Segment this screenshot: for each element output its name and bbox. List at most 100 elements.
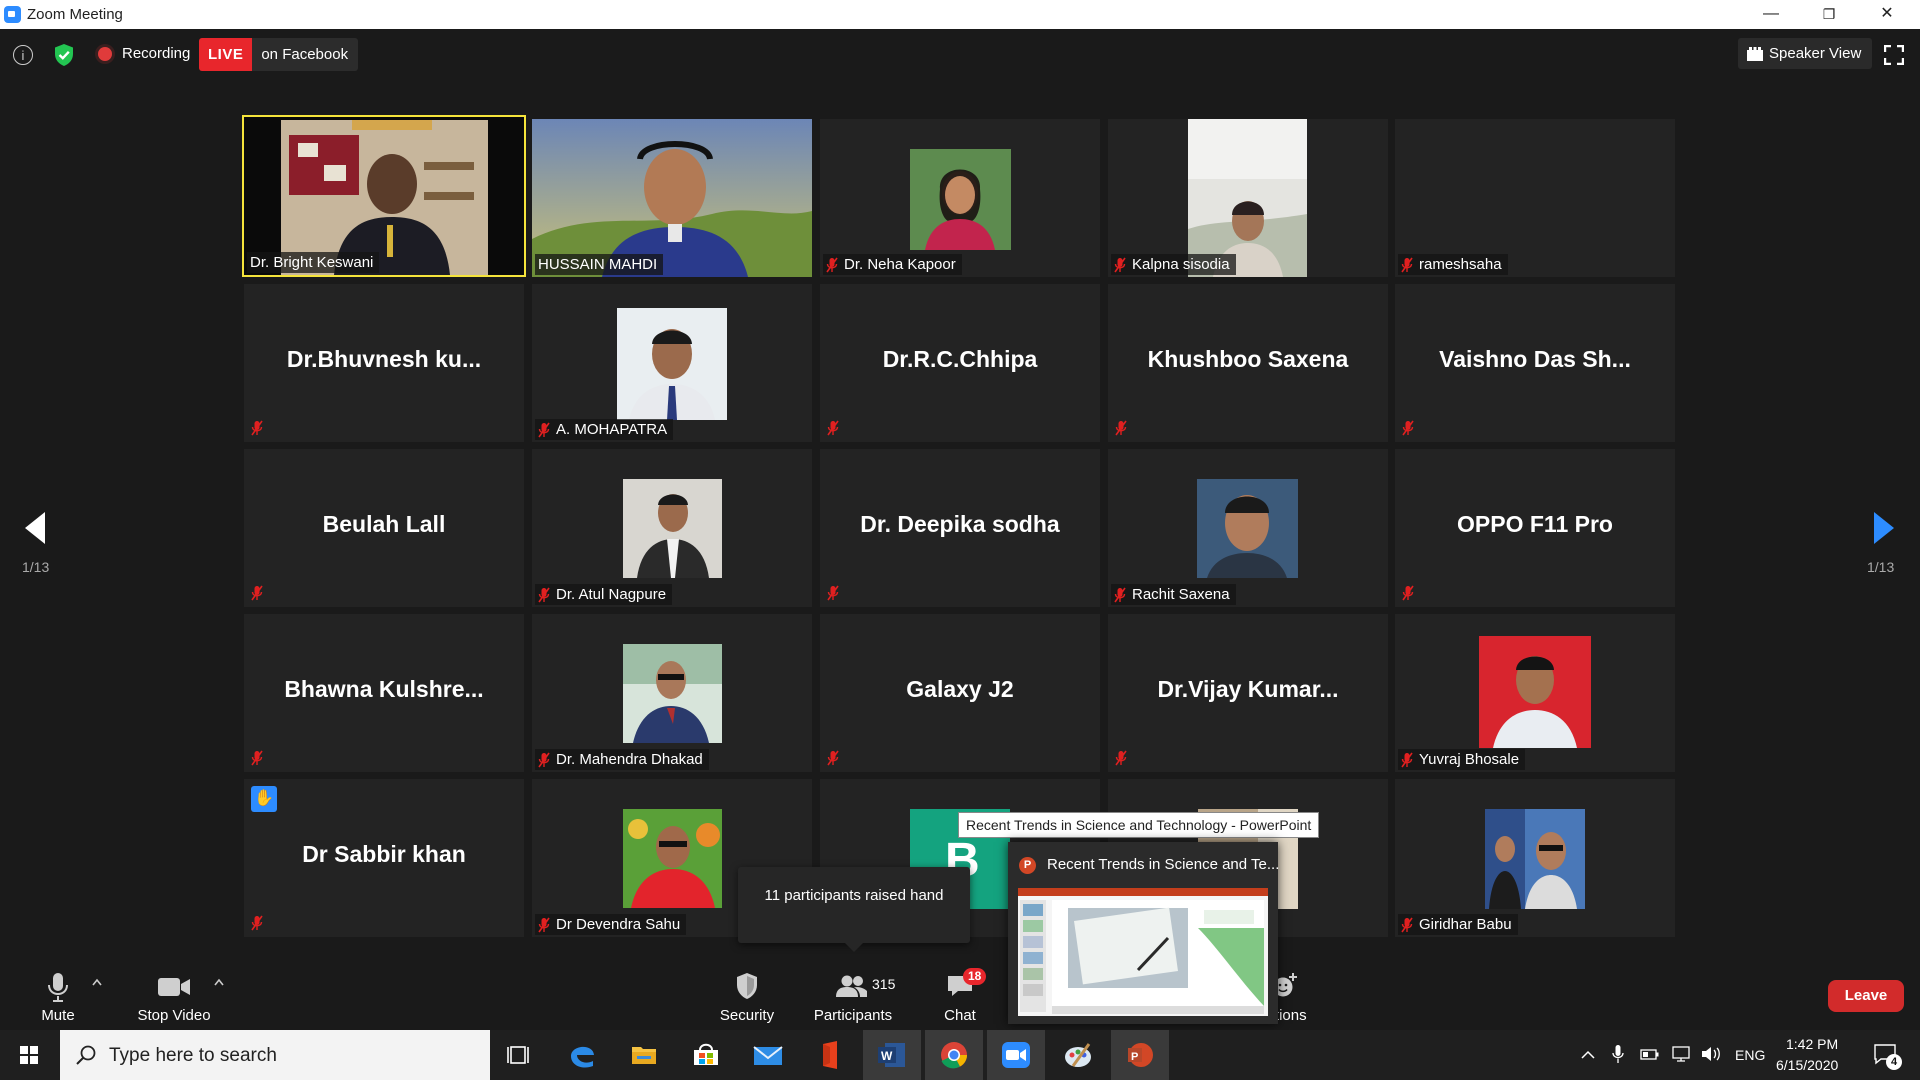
mute-button[interactable]: Mute xyxy=(22,960,94,1030)
chat-button[interactable]: 18 Chat xyxy=(930,960,990,1030)
participant-display-name: Bhawna Kulshre... xyxy=(284,676,484,702)
powerpoint-taskbar-preview[interactable]: P Recent Trends in Science and Te... xyxy=(1008,842,1279,1024)
video-tile[interactable]: rameshsaha xyxy=(1395,119,1675,277)
windows-start-icon[interactable] xyxy=(0,1030,58,1080)
video-tile[interactable]: Khushboo Saxena xyxy=(1108,284,1388,442)
video-tile[interactable]: Dr. Mahendra Dhakad xyxy=(532,614,812,772)
video-tile[interactable]: Yuvraj Bhosale xyxy=(1395,614,1675,772)
recording-dot-icon xyxy=(98,47,112,61)
video-tile-active-speaker[interactable]: Dr. Bright Keswani xyxy=(242,115,526,277)
video-tile[interactable]: Beulah Lall xyxy=(244,449,524,607)
meeting-info-icon[interactable]: i xyxy=(13,45,33,65)
participant-video xyxy=(623,809,722,908)
participants-count: 315 xyxy=(872,976,896,992)
paint-icon[interactable] xyxy=(1049,1030,1107,1080)
participant-display-name: Vaishno Das Sh... xyxy=(1439,346,1631,372)
video-tile[interactable]: ✋ Dr Sabbir khan xyxy=(244,779,524,937)
participant-video xyxy=(910,149,1011,250)
file-explorer-icon[interactable] xyxy=(615,1030,673,1080)
live-badge: LIVE xyxy=(199,38,253,71)
zoom-logo-icon xyxy=(4,6,21,23)
video-tile[interactable]: Giridhar Babu xyxy=(1395,779,1675,937)
video-tile[interactable]: Galaxy J2 xyxy=(820,614,1100,772)
participant-video xyxy=(617,308,727,420)
show-hidden-icons-chevron-icon[interactable] xyxy=(1580,1047,1596,1063)
chrome-icon[interactable] xyxy=(925,1030,983,1080)
edge-browser-icon[interactable] xyxy=(553,1030,611,1080)
video-options-caret-icon[interactable] xyxy=(214,978,224,986)
zoom-taskbar-icon[interactable] xyxy=(987,1030,1045,1080)
participant-display-name: Dr.Bhuvnesh ku... xyxy=(286,346,482,372)
mute-label: Mute xyxy=(41,1007,75,1024)
participant-name-label: Giridhar Babu xyxy=(1398,914,1518,935)
video-tile[interactable]: Kalpna sisodia xyxy=(1108,119,1388,277)
task-view-icon[interactable] xyxy=(491,1030,549,1080)
video-tile[interactable]: A. MOHAPATRA xyxy=(532,284,812,442)
participant-display-name: Galaxy J2 xyxy=(906,676,1014,702)
participants-label: Participants xyxy=(813,1007,893,1024)
taskbar-search-box[interactable]: Type here to search xyxy=(60,1030,490,1080)
mic-muted-icon xyxy=(826,257,838,272)
participant-video xyxy=(1479,636,1591,748)
video-tile[interactable]: Dr. Deepika sodha xyxy=(820,449,1100,607)
mic-muted-icon xyxy=(1401,752,1413,767)
mic-muted-icon xyxy=(538,422,550,437)
participant-video xyxy=(1197,479,1298,578)
raised-hand-tooltip: 11 participants raised hand xyxy=(738,867,970,952)
video-tile[interactable]: Rachit Saxena xyxy=(1108,449,1388,607)
participants-button[interactable]: 315 Participants xyxy=(808,960,898,1030)
video-tile[interactable]: Dr. Atul Nagpure xyxy=(532,449,812,607)
video-tile[interactable]: Dr. Neha Kapoor xyxy=(820,119,1100,277)
taskbar-clock[interactable]: 1:42 PM 6/15/2020 xyxy=(1772,1035,1858,1077)
action-center-button[interactable]: 4 xyxy=(1870,1040,1904,1070)
volume-icon[interactable] xyxy=(1700,1045,1722,1063)
office-icon[interactable] xyxy=(801,1030,859,1080)
recording-label[interactable]: Recording xyxy=(122,45,190,62)
video-tile[interactable]: OPPO F11 Pro xyxy=(1395,449,1675,607)
powerpoint-taskbar-icon[interactable]: P xyxy=(1111,1030,1169,1080)
speaker-view-label: Speaker View xyxy=(1769,45,1862,62)
participant-name-label: Dr. Mahendra Dhakad xyxy=(535,749,709,770)
participant-name-label: Rachit Saxena xyxy=(1111,584,1236,605)
mic-muted-icon xyxy=(251,750,263,766)
battery-icon[interactable] xyxy=(1640,1047,1660,1061)
mic-muted-icon xyxy=(827,420,839,436)
mic-muted-icon xyxy=(538,917,550,932)
fullscreen-icon[interactable] xyxy=(1884,45,1904,65)
speaker-view-button[interactable]: Speaker View xyxy=(1738,38,1873,69)
clock-date: 6/15/2020 xyxy=(1776,1057,1839,1073)
mail-icon[interactable] xyxy=(739,1030,797,1080)
leave-meeting-button[interactable]: Leave xyxy=(1828,980,1904,1012)
mic-muted-icon xyxy=(538,587,550,602)
participants-icon xyxy=(836,975,867,997)
video-tile[interactable]: Vaishno Das Sh... xyxy=(1395,284,1675,442)
meeting-controls-bar: Mute Stop Video Security 315 Participant… xyxy=(0,960,1920,1030)
previous-page-arrow-icon[interactable] xyxy=(21,510,49,546)
microsoft-store-icon[interactable] xyxy=(677,1030,735,1080)
audio-options-caret-icon[interactable] xyxy=(92,978,102,986)
tray-microphone-icon[interactable] xyxy=(1612,1044,1624,1064)
chat-unread-badge: 18 xyxy=(963,968,987,985)
video-tile[interactable]: Dr.Bhuvnesh ku... xyxy=(244,284,524,442)
next-page-arrow-icon[interactable] xyxy=(1870,510,1898,546)
mic-muted-icon xyxy=(251,420,263,436)
participant-video xyxy=(623,644,722,743)
network-icon[interactable] xyxy=(1670,1045,1692,1063)
participant-name-label: Kalpna sisodia xyxy=(1111,254,1236,275)
powerpoint-icon: P xyxy=(1019,857,1036,874)
stop-video-button[interactable]: Stop Video xyxy=(132,960,216,1030)
security-button[interactable]: Security xyxy=(710,960,784,1030)
participant-display-name: Dr.Vijay Kumar... xyxy=(1157,676,1339,702)
video-tile[interactable]: Dr.R.C.Chhipa xyxy=(820,284,1100,442)
word-icon[interactable]: W xyxy=(863,1030,921,1080)
input-language-indicator[interactable]: ENG xyxy=(1735,1047,1765,1063)
restore-button[interactable]: ❐ xyxy=(1806,0,1852,29)
video-tile[interactable]: Dr.Vijay Kumar... xyxy=(1108,614,1388,772)
video-tile[interactable]: HUSSAIN MAHDI xyxy=(532,119,812,277)
live-stream-indicator[interactable]: LIVE on Facebook xyxy=(199,38,359,71)
minimize-button[interactable]: — xyxy=(1748,0,1794,29)
participant-display-name: Beulah Lall xyxy=(322,511,446,537)
close-button[interactable]: ✕ xyxy=(1864,0,1910,29)
video-tile[interactable]: Bhawna Kulshre... xyxy=(244,614,524,772)
encryption-shield-icon[interactable] xyxy=(53,43,75,67)
